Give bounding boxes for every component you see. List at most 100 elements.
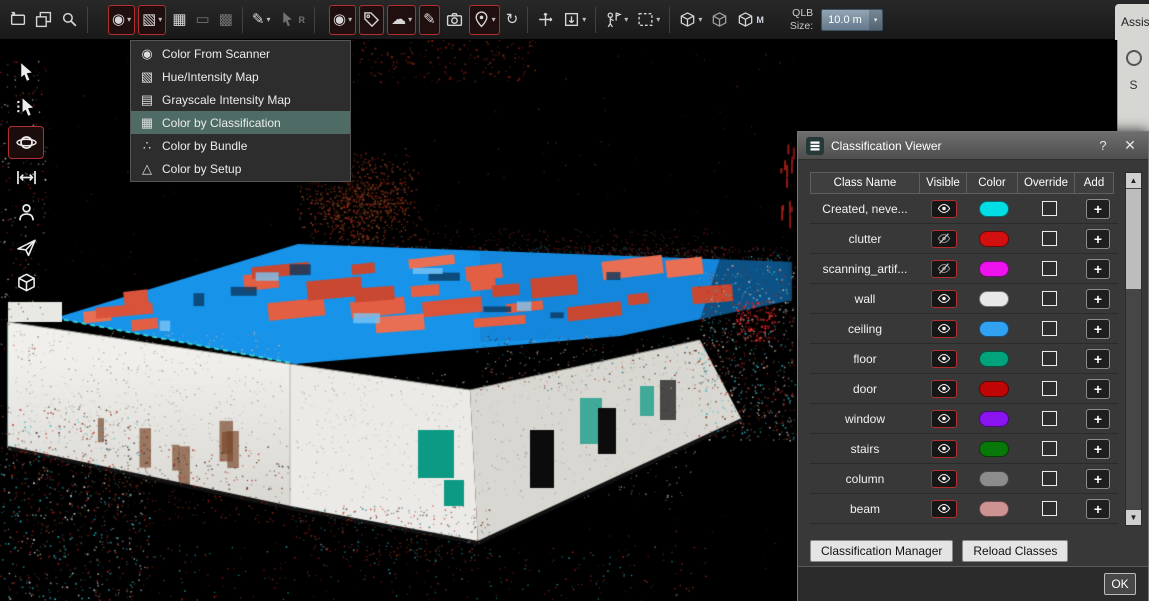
zoom-window-button[interactable] (58, 5, 81, 35)
override-checkbox[interactable] (1042, 231, 1057, 246)
override-checkbox[interactable] (1042, 381, 1057, 396)
add-class-button[interactable]: + (1086, 349, 1110, 369)
tag-button[interactable] (359, 5, 384, 35)
color-from-scanner-button[interactable]: ◉▾ (108, 5, 135, 35)
location-button[interactable]: ▾ (469, 5, 500, 35)
assist-panel-tab[interactable]: Assis (1115, 4, 1149, 40)
class-color-swatch[interactable] (979, 351, 1009, 367)
visibility-off-button[interactable] (931, 260, 957, 278)
add-class-button[interactable]: + (1086, 439, 1110, 459)
class-color-swatch[interactable] (979, 261, 1009, 277)
pan-window-button[interactable] (6, 5, 29, 35)
help-button[interactable]: ? (1093, 138, 1113, 153)
view-cube-tool-button[interactable] (8, 266, 44, 299)
marker-button[interactable]: ✎ (419, 5, 440, 35)
cursor-r-button[interactable]: R (276, 5, 308, 35)
visibility-on-button[interactable] (931, 290, 957, 308)
class-color-swatch[interactable] (979, 231, 1009, 247)
visibility-on-button[interactable] (931, 320, 957, 338)
point-cloud-button[interactable]: ☁▾ (387, 5, 416, 35)
column-class-name[interactable]: Class Name (810, 172, 920, 194)
pan-tool-button[interactable] (8, 161, 44, 194)
qlb-size-select[interactable]: 10.0 m ▾ (821, 9, 883, 31)
class-color-swatch[interactable] (979, 201, 1009, 217)
box-crop-button[interactable]: ▾ (560, 5, 589, 35)
add-class-button[interactable]: + (1086, 229, 1110, 249)
point-cloud-viewport[interactable] (0, 40, 797, 601)
table-scrollbar[interactable]: ▲ ▼ (1125, 172, 1142, 526)
registration-button[interactable]: ▾ (602, 5, 631, 35)
column-override[interactable]: Override (1017, 172, 1075, 194)
overlap-windows-button[interactable] (32, 5, 55, 35)
add-class-button[interactable]: + (1086, 289, 1110, 309)
class-color-swatch[interactable] (979, 501, 1009, 517)
override-checkbox[interactable] (1042, 321, 1057, 336)
walk-tool-button[interactable] (8, 196, 44, 229)
class-color-swatch[interactable] (979, 321, 1009, 337)
scroll-up-button[interactable]: ▲ (1126, 173, 1141, 188)
menu-item-color-by-classification[interactable]: ▦Color by Classification (131, 111, 350, 134)
add-class-button[interactable]: + (1086, 409, 1110, 429)
visibility-on-button[interactable] (931, 470, 957, 488)
class-color-swatch[interactable] (979, 291, 1009, 307)
snapshot-button[interactable] (443, 5, 466, 35)
scroll-down-button[interactable]: ▼ (1126, 510, 1141, 525)
panel-titlebar[interactable]: Classification Viewer ? ✕ (798, 132, 1148, 160)
column-color[interactable]: Color (966, 172, 1018, 194)
close-icon[interactable]: ✕ (1120, 137, 1140, 154)
menu-item-hue-intensity-map[interactable]: ▧Hue/Intensity Map (131, 65, 350, 88)
menu-item-grayscale-intensity-map[interactable]: ▤Grayscale Intensity Map (131, 88, 350, 111)
cube-m-button[interactable]: M (734, 5, 767, 35)
override-checkbox[interactable] (1042, 291, 1057, 306)
visibility-on-button[interactable] (931, 350, 957, 368)
rotate-setup-button[interactable]: ↻ (503, 5, 522, 35)
measure-tool-button[interactable]: ✎▾ (249, 5, 274, 35)
select-points-tool-button[interactable] (8, 91, 44, 124)
visibility-on-button[interactable] (931, 380, 957, 398)
override-checkbox[interactable] (1042, 441, 1057, 456)
select-tool-button[interactable] (8, 56, 44, 89)
visibility-off-button[interactable] (931, 230, 957, 248)
visibility-on-button[interactable] (931, 440, 957, 458)
add-class-button[interactable]: + (1086, 379, 1110, 399)
image-view-button[interactable]: ▩ (216, 5, 236, 35)
menu-item-color-by-bundle[interactable]: ∴Color by Bundle (131, 134, 350, 157)
class-color-swatch[interactable] (979, 441, 1009, 457)
add-class-button[interactable]: + (1086, 259, 1110, 279)
visibility-on-button[interactable] (931, 200, 957, 218)
reload-classes-button[interactable]: Reload Classes (962, 540, 1068, 562)
wire-cube-button[interactable] (708, 5, 731, 35)
panorama-view-button[interactable]: ▭ (193, 5, 213, 35)
menu-item-color-by-setup[interactable]: △Color by Setup (131, 157, 350, 180)
ok-button[interactable]: OK (1104, 573, 1136, 595)
fly-tool-button[interactable] (8, 231, 44, 264)
class-color-swatch[interactable] (979, 381, 1009, 397)
override-checkbox[interactable] (1042, 411, 1057, 426)
hue-intensity-button[interactable]: ▧▾ (138, 5, 166, 35)
column-add[interactable]: Add (1074, 172, 1114, 194)
assist-panel-sliver[interactable]: S (1117, 40, 1149, 131)
add-class-button[interactable]: + (1086, 499, 1110, 519)
override-checkbox[interactable] (1042, 501, 1057, 516)
menu-item-color-from-scanner[interactable]: ◉Color From Scanner (131, 42, 350, 65)
override-checkbox[interactable] (1042, 201, 1057, 216)
classification-manager-button[interactable]: Classification Manager (810, 540, 953, 562)
visibility-on-button[interactable] (931, 410, 957, 428)
selection-area-button[interactable]: ▾ (634, 5, 663, 35)
add-class-button[interactable]: + (1086, 199, 1110, 219)
visibility-on-button[interactable] (931, 500, 957, 518)
add-class-button[interactable]: + (1086, 319, 1110, 339)
render-mode-button[interactable]: ▾ (676, 5, 705, 35)
transform-button[interactable] (534, 5, 557, 35)
override-checkbox[interactable] (1042, 351, 1057, 366)
override-checkbox[interactable] (1042, 471, 1057, 486)
grayscale-map-button[interactable]: ▦ (169, 5, 189, 35)
seed-point-button[interactable]: ◉▾ (329, 5, 356, 35)
orbit-tool-button[interactable] (8, 126, 44, 159)
class-color-swatch[interactable] (979, 471, 1009, 487)
scroll-thumb[interactable] (1126, 189, 1141, 289)
column-visible[interactable]: Visible (919, 172, 967, 194)
override-checkbox[interactable] (1042, 261, 1057, 276)
class-color-swatch[interactable] (979, 411, 1009, 427)
add-class-button[interactable]: + (1086, 469, 1110, 489)
